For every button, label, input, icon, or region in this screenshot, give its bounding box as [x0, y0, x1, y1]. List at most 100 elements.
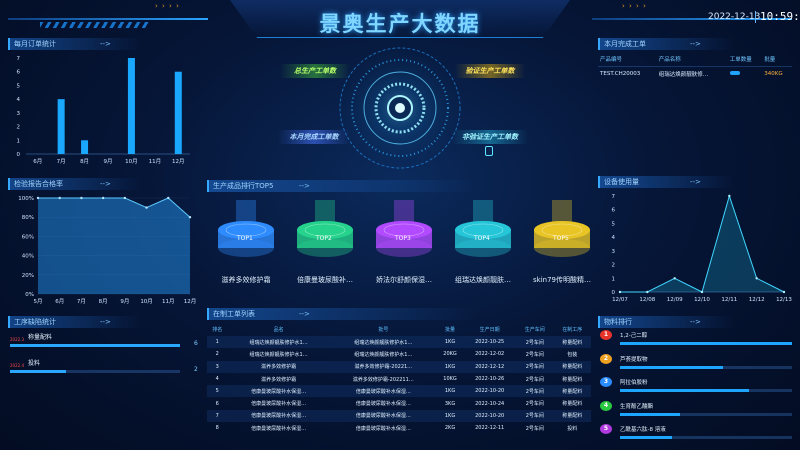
y-tick-label: 0% — [25, 292, 34, 298]
table-cell: 2号车间 — [516, 385, 554, 398]
work-orders-title-text: 在制工单列表 — [213, 310, 255, 318]
data-point — [188, 216, 192, 219]
fault-item[interactable]: 2022.3 称量配料 6 — [10, 332, 198, 360]
table-cell: 滋养多效修护霜 — [227, 360, 330, 373]
table-cell: 2号车间 — [525, 351, 544, 358]
table-cell: 倍康曼玻尿酸补水保湿… — [227, 409, 330, 423]
table-row[interactable]: 6 倍康曼玻尿酸补水保湿… 倍康曼玻尿酸补水保湿… 3KG 2022-10-24 2号车间… — [207, 397, 591, 409]
table-cell: 1KG — [436, 360, 464, 373]
top5-item[interactable]: TOP1 — [210, 196, 282, 260]
rank-number: 1 — [600, 330, 612, 340]
x-tick-label: 5月 — [34, 298, 43, 305]
month-complete-table: 产品编号 产品名称 工单数量 批量 TEST.CH20003 组瑞达焕颜靓肤修… 340K… — [598, 52, 792, 81]
data-point — [646, 290, 649, 294]
x-tick-label: 7月 — [77, 298, 86, 305]
fault-value: 2 — [194, 366, 198, 373]
bar — [57, 99, 65, 154]
header-right-arrows: › › › › — [622, 2, 647, 10]
top5-item[interactable]: TOP4 — [447, 196, 519, 260]
x-tick-label: 7月 — [57, 158, 66, 165]
pass-rate-title-text: 检验报告合格率 — [14, 180, 63, 188]
top5-beam — [473, 200, 493, 222]
y-tick-label: 0 — [17, 152, 21, 158]
series-line — [620, 194, 785, 293]
table-row[interactable]: 4 滋养多效修护霜 滋养多效修护霜-202211… 10KG 2022-10-26 2号车… — [207, 373, 591, 385]
x-tick-label: 8月 — [99, 298, 108, 305]
area-fill — [38, 198, 190, 294]
top5-item[interactable]: TOP2 — [289, 196, 361, 260]
y-tick-label: 7 — [17, 56, 21, 62]
table-cell: 组瑞达焕颜靓肤修护水1… — [329, 336, 437, 349]
top5-item[interactable]: TOP5 — [526, 196, 598, 260]
x-tick-label: 12/13 — [776, 297, 792, 303]
x-tick-label: 12/09 — [667, 297, 683, 303]
data-point — [80, 196, 83, 200]
x-tick-label: 11月 — [149, 158, 162, 165]
fault-bar-track — [10, 344, 180, 347]
rank-bar-track — [620, 389, 792, 392]
equipment-chart: 0 1 2 3 4 5 6 7 12/07 12/08 12/09 12/10 12/11 12/12 12… — [612, 194, 793, 303]
top5-rank: TOP4 — [473, 235, 490, 242]
table-row[interactable]: 3 滋养多效修护霜 滋养多效修护霜-20221… 1KG 2022-12-12 2号车间称… — [207, 360, 591, 373]
rank-name: 芦荟提取物 — [620, 356, 648, 363]
fault-code: 2022.3 — [10, 337, 24, 342]
table-row[interactable]: TEST.CH20003 组瑞达焕颜靓肤修… 340KG — [598, 66, 792, 81]
monthly-orders-chart: 0 1 2 3 4 5 6 7 6月 7月 8月 9月 10月 11月 12月 — [17, 56, 190, 165]
equipment-title: 设备使用量 --> — [598, 176, 792, 188]
top5-beam — [315, 200, 335, 222]
rank-number: 5 — [600, 424, 612, 434]
rank-name: 阿拉伯胶粉 — [620, 380, 648, 386]
materials-rank-item[interactable]: 4 生育酚乙酸酯 — [600, 400, 792, 423]
table-header-cell: 生产日期 — [479, 326, 500, 333]
top5-name: 组瑞达焕颜靓肤… — [455, 276, 511, 284]
table-cell: 称量配料 — [553, 385, 591, 398]
materials-rank-arrow[interactable]: --> — [690, 316, 701, 328]
x-tick-label: 12/10 — [694, 297, 710, 303]
rank-bar-track — [620, 365, 792, 369]
table-cell: 2022-10-20 — [463, 409, 517, 423]
table-row[interactable]: 1 组瑞达焕颜靓肤修护水1… 组瑞达焕颜靓肤修护水1… 1KG 2022-10-25 2号… — [207, 336, 591, 349]
top5-item[interactable]: TOP3 — [368, 196, 440, 260]
area-fill — [620, 196, 784, 292]
top5-name: skin79传明酸精… — [533, 276, 591, 284]
top5-cylinder: TOP3 — [376, 200, 432, 257]
y-tick-label: 2 — [612, 263, 616, 269]
work-orders-arrow[interactable]: --> — [299, 308, 310, 320]
faults-arrow[interactable]: --> — [100, 316, 111, 328]
pass-rate-arrow[interactable]: --> — [100, 178, 111, 190]
materials-rank-item[interactable]: 3 阿拉伯胶粉 — [600, 377, 792, 399]
table-cell: 滋养多效修护霜 — [261, 376, 297, 383]
table-row[interactable]: 7 倍康曼玻尿酸补水保湿… 倍康曼玻尿酸补水保湿… 1KG 2022-10-20 2号车间… — [207, 409, 591, 423]
equipment-arrow[interactable]: --> — [690, 176, 701, 188]
rank-number: 4 — [600, 400, 612, 411]
materials-rank-item[interactable]: 1 1,2-己二醇 — [600, 330, 792, 352]
materials-rank-item[interactable]: 2 芦荟提取物 — [600, 353, 792, 376]
data-point — [782, 290, 786, 294]
table-cell: 1KG — [436, 336, 464, 349]
table-cell: 2号车间 — [516, 336, 554, 349]
header-date: 2022-12-13 — [708, 12, 761, 22]
table-cell: 8 — [215, 425, 219, 432]
materials-rank-item[interactable]: 5 乙酰基六肽-8 溶液 — [600, 424, 792, 446]
table-row[interactable]: 5 倍康曼玻尿酸补水保湿… 倍康曼玻尿酸补水保湿… 1KG 2022-10-20 2号车间… — [207, 385, 591, 398]
month-complete-arrow[interactable]: --> — [690, 38, 701, 50]
rank-bar — [620, 412, 681, 416]
table-row[interactable]: 8 倍康曼玻尿酸补水保湿… 倍康曼玻尿酸补水保湿… 2KG 2022-12-11 2号车间… — [207, 422, 591, 434]
pass-rate-title: 检验报告合格率 --> — [8, 178, 198, 190]
data-point — [755, 277, 758, 280]
table-row[interactable]: 2 组瑞达焕颜靓肤修护水1… 组瑞达焕颜靓肤修护水1… 20KG 2022-12-02 2… — [207, 348, 591, 360]
table-cell: 2号车间 — [525, 425, 544, 432]
data-point — [58, 196, 61, 200]
top5-beam — [394, 200, 414, 222]
table-cell: 2022-12-12 — [463, 360, 517, 373]
table-cell: 1 — [207, 336, 228, 349]
top5-arrow[interactable]: --> — [299, 180, 310, 192]
fault-item[interactable]: 2022.4 投料 2 — [10, 358, 198, 386]
table-header-cell: 批量 — [764, 57, 776, 63]
table-cell: 倍康曼玻尿酸补水保湿… — [329, 385, 437, 398]
table-cell: 倍康曼玻尿酸补水保湿… — [251, 401, 307, 408]
y-tick-label: 20% — [22, 273, 34, 279]
rank-bar — [620, 365, 724, 369]
monthly-orders-arrow[interactable]: --> — [100, 38, 111, 50]
top5-cylinder: TOP1 — [218, 200, 274, 257]
